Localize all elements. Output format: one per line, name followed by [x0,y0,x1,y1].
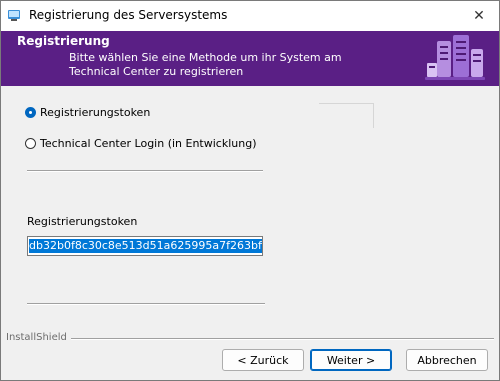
divider-frame [319,103,374,128]
installer-app-icon [8,10,20,21]
installer-window: Registrierung des Serversystems ✕ Regist… [0,0,500,381]
back-button-label: < Zurück [237,353,289,367]
radio-registration-token[interactable]: Registrierungstoken [25,106,150,119]
radio-technical-center-login[interactable]: Technical Center Login (in Entwicklung) [25,137,257,150]
radio-label-login: Technical Center Login (in Entwicklung) [40,137,257,150]
next-button-label: Weiter > [326,353,376,367]
close-button[interactable]: ✕ [459,1,499,31]
banner-description: Bitte wählen Sie eine Methode um ihr Sys… [69,51,342,78]
radio-selected-indicator[interactable] [25,107,36,118]
footer-divider [6,338,494,340]
header-banner: Registrierung Bitte wählen Sie eine Meth… [1,31,499,86]
radio-label-token: Registrierungstoken [40,106,151,119]
token-input[interactable]: db32b0f8c30c8e513d51a625995a7f263bff0e5a… [27,236,263,256]
next-button[interactable]: Weiter > [310,349,392,371]
token-field-label: Registrierungstoken [27,215,138,228]
section-divider [27,170,263,172]
server-illustration-icon [425,35,485,80]
window-title: Registrierung des Serversystems [29,8,228,22]
title-bar[interactable]: Registrierung des Serversystems ✕ [1,1,499,31]
banner-title: Registrierung [17,34,110,48]
installshield-brand: InstallShield [6,332,71,343]
cancel-button-label: Abbrechen [417,353,477,367]
section-divider-bottom [27,303,265,305]
token-value: db32b0f8c30c8e513d51a625995a7f263bff0e5a… [29,239,262,253]
radio-unselected-indicator[interactable] [25,138,36,149]
close-icon: ✕ [473,8,485,24]
cancel-button[interactable]: Abbrechen [406,349,488,371]
back-button[interactable]: < Zurück [222,349,304,371]
